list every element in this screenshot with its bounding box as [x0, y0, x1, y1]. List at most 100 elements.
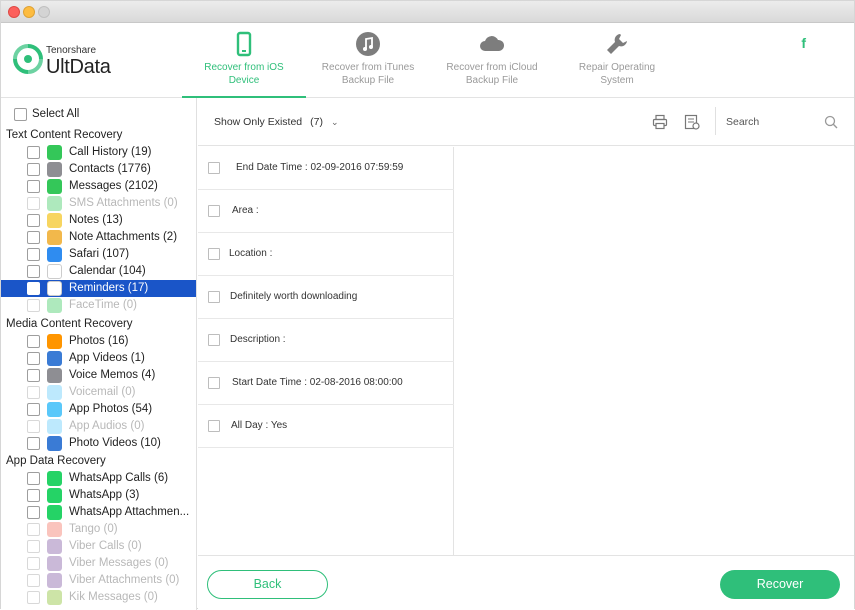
print-icon[interactable] [652, 114, 668, 130]
sidebar-item[interactable]: SMS Attachments (0) [1, 195, 196, 212]
detail-row-checkbox[interactable] [208, 291, 220, 303]
reminder-detail-list: End Date Time : 02-09-2016 07:59:59 Area… [198, 147, 454, 555]
sidebar-item[interactable]: Calendar (104) [1, 263, 196, 280]
sidebar-item-checkbox[interactable] [27, 472, 40, 485]
tab-label-line1: Recover from iTunes [321, 62, 415, 73]
detail-row[interactable]: End Date Time : 02-09-2016 07:59:59 [198, 147, 454, 190]
search-input[interactable]: Search [726, 116, 759, 128]
sidebar-item-checkbox[interactable] [27, 335, 40, 348]
sidebar-item-checkbox[interactable] [27, 214, 40, 227]
zoom-window-button[interactable] [38, 6, 50, 18]
sidebar-item-checkbox[interactable] [27, 489, 40, 502]
detail-row-checkbox[interactable] [208, 334, 220, 346]
sidebar-item-checkbox[interactable] [27, 574, 40, 587]
tab-recover-ios-device[interactable]: Recover from iOS Device [182, 23, 306, 98]
sidebar-item[interactable]: Photos (16) [1, 333, 196, 350]
detail-row-checkbox[interactable] [208, 420, 220, 432]
note-attachment-icon [47, 230, 62, 245]
sidebar-item-checkbox[interactable] [27, 231, 40, 244]
sidebar-item-checkbox[interactable] [27, 197, 40, 210]
sidebar-item-checkbox[interactable] [27, 420, 40, 433]
sidebar-item-checkbox[interactable] [27, 248, 40, 261]
sidebar-item-checkbox[interactable] [27, 386, 40, 399]
detail-row[interactable]: Definitely worth downloading [198, 276, 454, 319]
brand-company: Tenorshare [46, 45, 97, 56]
detail-row-checkbox[interactable] [208, 377, 220, 389]
select-all-row[interactable]: Select All [1, 106, 196, 123]
sidebar-item-checkbox[interactable] [27, 146, 40, 159]
sidebar-item-checkbox[interactable] [27, 557, 40, 570]
sidebar-item[interactable]: App Audios (0) [1, 418, 196, 435]
sidebar-item[interactable]: WhatsApp (3) [1, 487, 196, 504]
sidebar-item[interactable]: Reminders (17) [1, 280, 196, 297]
sidebar-item[interactable]: Notes (13) [1, 212, 196, 229]
contacts-icon [47, 162, 62, 177]
detail-row[interactable]: Area : [198, 190, 454, 233]
sidebar-item[interactable]: Call History (19) [1, 144, 196, 161]
sidebar-item-checkbox[interactable] [27, 352, 40, 365]
sidebar-item-checkbox[interactable] [27, 163, 40, 176]
close-window-button[interactable] [8, 6, 20, 18]
show-only-existed-dropdown[interactable]: Show Only Existed (7) ⌄ [214, 116, 339, 128]
detail-row-text: Description : [230, 334, 286, 345]
sidebar-item-checkbox[interactable] [27, 540, 40, 553]
cloud-icon [480, 36, 505, 51]
sidebar-item-checkbox[interactable] [27, 265, 40, 278]
detail-row[interactable]: Location : [198, 233, 454, 276]
tab-recover-itunes[interactable]: Recover from iTunes Backup File [311, 23, 425, 98]
wrench-icon [607, 34, 627, 54]
sidebar-item[interactable]: Messages (2102) [1, 178, 196, 195]
sidebar-item[interactable]: App Photos (54) [1, 401, 196, 418]
recover-button[interactable]: Recover [720, 570, 840, 599]
sidebar-item-checkbox[interactable] [27, 591, 40, 604]
sidebar-item[interactable]: Photo Videos (10) [1, 435, 196, 452]
sidebar-item[interactable]: Viber Calls (0) [1, 538, 196, 555]
notes-icon [47, 213, 62, 228]
title-bar [1, 1, 854, 23]
back-button[interactable]: Back [207, 570, 328, 599]
detail-row-checkbox[interactable] [208, 162, 220, 174]
sidebar-item[interactable]: Viber Messages (0) [1, 555, 196, 572]
select-all-checkbox[interactable] [14, 108, 27, 121]
sidebar-item-label: Viber Calls (0) [69, 540, 142, 552]
filter-count: (7) [310, 116, 323, 128]
viber-attachment-icon [47, 573, 62, 588]
messages-icon [47, 179, 62, 194]
minimize-window-button[interactable] [23, 6, 35, 18]
sidebar-item[interactable]: Voice Memos (4) [1, 367, 196, 384]
sidebar-item-label: WhatsApp (3) [69, 489, 140, 501]
tab-label-line1: Recover from iOS [204, 62, 284, 73]
app-window: Tenorshare UltData Recover from iOS Devi… [0, 0, 855, 610]
sidebar-item-checkbox[interactable] [27, 403, 40, 416]
sidebar-item[interactable]: Note Attachments (2) [1, 229, 196, 246]
sidebar-item[interactable]: Contacts (1776) [1, 161, 196, 178]
sidebar-item[interactable]: FaceTime (0) [1, 297, 196, 314]
sidebar-item-checkbox[interactable] [27, 299, 40, 312]
sidebar-item-checkbox[interactable] [27, 506, 40, 519]
sidebar-item[interactable]: Tango (0) [1, 521, 196, 538]
tab-label-line2: Backup File [341, 75, 395, 86]
sidebar-item[interactable]: Viber Attachments (0) [1, 572, 196, 589]
detail-row-checkbox[interactable] [208, 248, 220, 260]
sidebar-item-checkbox[interactable] [27, 180, 40, 193]
search-icon[interactable] [824, 115, 838, 129]
sidebar-item-checkbox[interactable] [27, 282, 40, 295]
sidebar-item[interactable]: WhatsApp Calls (6) [1, 470, 196, 487]
detail-row-checkbox[interactable] [208, 205, 220, 217]
detail-row[interactable]: Start Date Time : 02-08-2016 08:00:00 [198, 362, 454, 405]
sidebar-item[interactable]: Safari (107) [1, 246, 196, 263]
sidebar-item-checkbox[interactable] [27, 369, 40, 382]
sidebar-item[interactable]: App Videos (1) [1, 350, 196, 367]
detail-row[interactable]: Description : [198, 319, 454, 362]
export-settings-icon[interactable] [684, 114, 700, 130]
sidebar-item[interactable]: WhatsApp Attachmen... [1, 504, 196, 521]
app-audios-icon [47, 419, 62, 434]
sidebar-item-checkbox[interactable] [27, 437, 40, 450]
detail-row[interactable]: All Day : Yes [198, 405, 454, 448]
sidebar-item[interactable]: Voicemail (0) [1, 384, 196, 401]
facebook-icon[interactable]: f [801, 35, 806, 51]
tab-recover-icloud[interactable]: Recover from iCloud Backup File [435, 23, 549, 98]
sidebar-item[interactable]: Kik Messages (0) [1, 589, 196, 606]
tab-repair-system[interactable]: Repair Operating System [559, 23, 675, 98]
sidebar-item-checkbox[interactable] [27, 523, 40, 536]
